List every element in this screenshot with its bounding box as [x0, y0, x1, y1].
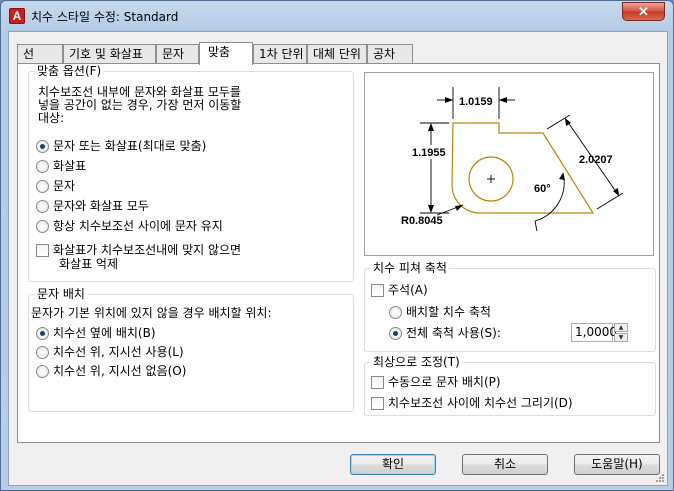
- checkbox-suppress-arrows-label-line1[interactable]: 화살표가 치수보조선내에 맞지 않으면: [53, 243, 241, 257]
- radio-over-dim-line-no-leader-label[interactable]: 치수선 위, 지시선 없음(O): [53, 364, 186, 378]
- radio-both-text-arrows-label[interactable]: 문자와 화살표 모두: [53, 199, 149, 213]
- resize-grip-icon[interactable]: [653, 471, 665, 483]
- radio-over-dim-line-leader-label[interactable]: 치수선 위, 지시선 사용(L): [53, 345, 184, 359]
- scale-title: 치수 피쳐 축척: [371, 261, 449, 275]
- text-placement-group: 문자 배치 문자가 기본 위치에 있지 않을 경우 배치할 위치: 치수선 옆에…: [28, 287, 354, 412]
- preview-angle: 60°: [534, 183, 551, 195]
- tab-primary-units[interactable]: 1차 단위: [253, 44, 307, 64]
- preview-drawing: 1.0159 1.1955 2.0207 60° R0.8045: [401, 87, 624, 232]
- radio-over-dim-line-no-leader[interactable]: [36, 365, 49, 378]
- overall-scale-input[interactable]: 1,0000: [571, 323, 617, 342]
- close-button[interactable]: ✕: [622, 2, 665, 21]
- preview-dim-left: 1.1955: [412, 147, 446, 159]
- autocad-app-icon: A: [9, 8, 25, 24]
- overall-scale-spinner[interactable]: ▲ ▼: [614, 323, 628, 342]
- radio-arrows[interactable]: [36, 160, 49, 173]
- text-placement-title: 문자 배치: [35, 287, 87, 301]
- radio-text-or-arrows-label[interactable]: 문자 또는 화살표(최대로 맞춤): [53, 139, 206, 153]
- spin-down-icon[interactable]: ▼: [614, 333, 628, 342]
- radio-scale-to-layout[interactable]: [389, 306, 402, 319]
- dimension-preview: 1.0159 1.1955 2.0207 60° R0.8045: [364, 72, 654, 256]
- preview-part-outline: [451, 122, 595, 214]
- dialog-window: A 치수 스타일 수정: Standard ✕ 선 기호 및 화살표 문자 맞춤…: [0, 0, 674, 491]
- radio-both-text-arrows[interactable]: [36, 200, 49, 213]
- scale-group: 치수 피쳐 축척 주석(A) 배치할 치수 축척 전체 축척 사용(S): 1,…: [364, 261, 656, 352]
- fit-options-title: 맞춤 옵션(F): [35, 64, 104, 78]
- fit-tab-panel: 맞춤 옵션(F) 치수보조선 내부에 문자와 화살표 모두를 넣을 공간이 없는…: [17, 63, 660, 443]
- checkbox-draw-dim-line-between-label[interactable]: 치수보조선 사이에 치수선 그리기(D): [388, 396, 573, 410]
- radio-always-keep-text-label[interactable]: 항상 치수보조선 사이에 문자 유지: [53, 219, 223, 233]
- window-title: 치수 스타일 수정: Standard: [31, 10, 179, 24]
- radio-text-or-arrows[interactable]: [36, 140, 49, 153]
- checkbox-annotative-label[interactable]: 주석(A): [388, 283, 428, 297]
- text-placement-desc: 문자가 기본 위치에 있지 않을 경우 배치할 위치:: [31, 306, 272, 320]
- ok-button[interactable]: 확인: [350, 454, 436, 475]
- fit-options-group: 맞춤 옵션(F) 치수보조선 내부에 문자와 화살표 모두를 넣을 공간이 없는…: [28, 64, 354, 282]
- fit-options-desc-line3: 대상:: [38, 111, 65, 125]
- radio-scale-to-layout-label[interactable]: 배치할 치수 축척: [406, 305, 491, 319]
- checkbox-draw-dim-line-between[interactable]: [371, 397, 384, 410]
- title-bar[interactable]: A 치수 스타일 수정: Standard ✕: [1, 1, 673, 31]
- tab-text[interactable]: 문자: [156, 44, 199, 64]
- tab-symbols-arrows[interactable]: 기호 및 화살표: [63, 44, 156, 64]
- checkbox-place-text-manually-label[interactable]: 수동으로 문자 배치(P): [388, 375, 501, 389]
- dialog-client-area: 선 기호 및 화살표 문자 맞춤 1차 단위 대체 단위 공차 맞춤 옵션(F)…: [8, 31, 668, 486]
- radio-text-label[interactable]: 문자: [53, 179, 75, 193]
- radio-overall-scale[interactable]: [389, 327, 402, 340]
- preview-dim-right: 2.0207: [579, 154, 613, 166]
- radio-arrows-label[interactable]: 화살표: [53, 159, 86, 173]
- tab-lines[interactable]: 선: [17, 44, 63, 64]
- help-button[interactable]: 도움말(H): [574, 454, 660, 475]
- preview-radius: R0.8045: [401, 215, 443, 227]
- preview-dim-top: 1.0159: [459, 96, 493, 108]
- checkbox-suppress-arrows-label-line2[interactable]: 화살표 억제: [59, 257, 118, 271]
- radio-text[interactable]: [36, 180, 49, 193]
- fit-options-desc-line2: 넣을 공간이 없는 경우, 가장 먼저 이동할: [38, 98, 242, 112]
- checkbox-place-text-manually[interactable]: [371, 376, 384, 389]
- radio-over-dim-line-leader[interactable]: [36, 346, 49, 359]
- tab-fit[interactable]: 맞춤: [199, 42, 253, 65]
- radio-beside-dim-line[interactable]: [36, 327, 49, 340]
- checkbox-suppress-arrows[interactable]: [36, 244, 49, 257]
- tab-alternate-units[interactable]: 대체 단위: [307, 44, 367, 64]
- radio-beside-dim-line-label[interactable]: 치수선 옆에 배치(B): [53, 326, 156, 340]
- fit-options-desc-line1: 치수보조선 내부에 문자와 화살표 모두를: [38, 85, 241, 99]
- checkbox-annotative[interactable]: [371, 284, 384, 297]
- radio-overall-scale-label[interactable]: 전체 축척 사용(S):: [406, 326, 501, 340]
- fine-tuning-title: 최상으로 조정(T): [371, 355, 462, 369]
- fine-tuning-group: 최상으로 조정(T) 수동으로 문자 배치(P) 치수보조선 사이에 치수선 그…: [364, 355, 656, 416]
- spin-up-icon[interactable]: ▲: [614, 323, 628, 332]
- tab-tolerances[interactable]: 공차: [367, 44, 413, 64]
- cancel-button[interactable]: 취소: [462, 454, 548, 475]
- radio-always-keep-text[interactable]: [36, 220, 49, 233]
